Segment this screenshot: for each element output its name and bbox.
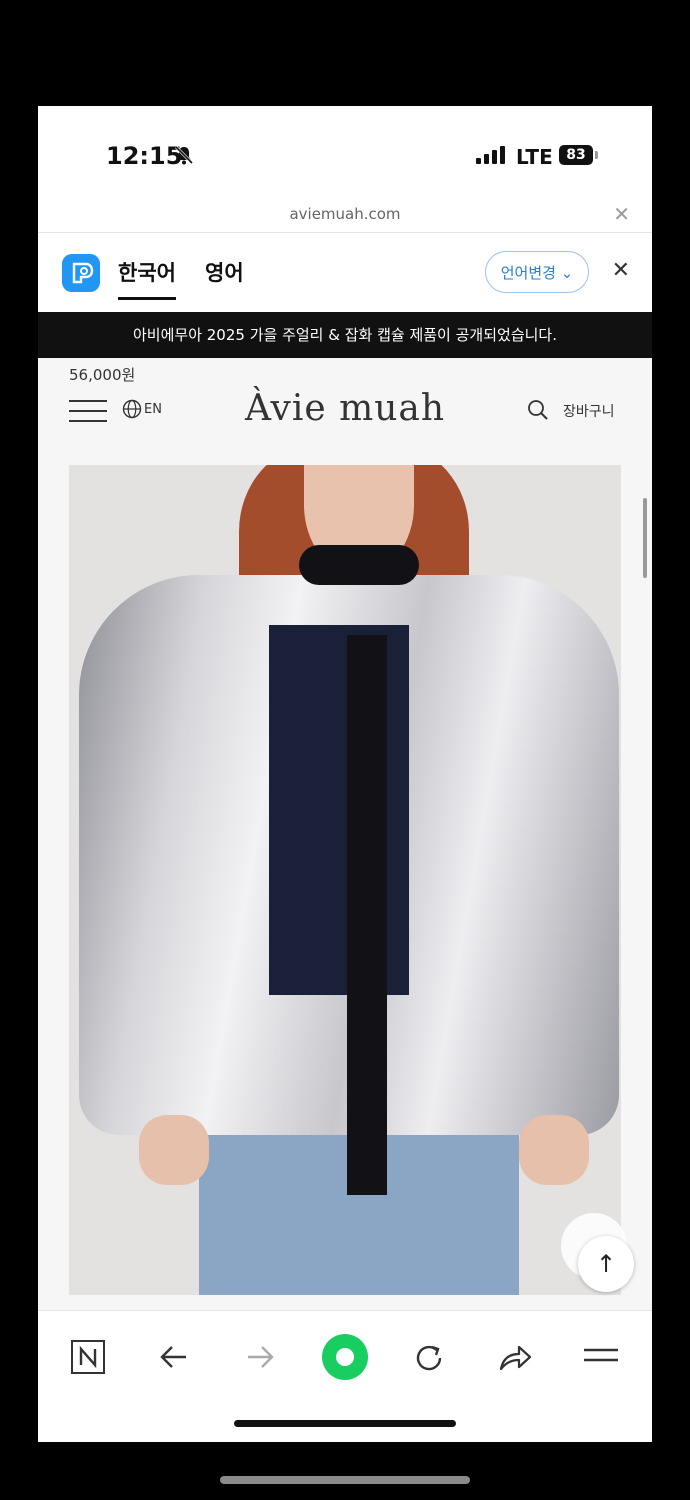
product-price: 56,000원: [69, 366, 136, 384]
browser-toolbar: [38, 1310, 652, 1411]
change-language-button[interactable]: 언어변경 ⌄: [485, 251, 589, 293]
network-type: LTE: [516, 145, 553, 169]
tab-korean[interactable]: 한국어: [118, 257, 176, 300]
translate-bar: 한국어 영어 언어변경 ⌄ ✕: [38, 233, 652, 312]
scrollbar[interactable]: [643, 498, 647, 578]
scarf-knot-shape: [299, 545, 419, 585]
scroll-to-top-button[interactable]: ↑: [578, 1236, 634, 1292]
scarf-shape: [347, 635, 387, 1195]
back-icon[interactable]: [158, 1341, 190, 1373]
close-icon[interactable]: ✕: [613, 202, 630, 226]
refresh-icon[interactable]: [412, 1341, 446, 1375]
site-content: 56,000원 EN Àvie muah 장바구니 ↑: [38, 358, 652, 1360]
outer-home-indicator: [220, 1476, 470, 1484]
share-icon[interactable]: [497, 1341, 533, 1373]
green-dot-icon[interactable]: [321, 1333, 369, 1381]
signal-icon: [476, 146, 505, 164]
menu-icon[interactable]: [583, 1345, 619, 1367]
battery-tip: [595, 151, 598, 159]
brand-logo[interactable]: Àvie muah: [38, 388, 652, 429]
close-translate-icon[interactable]: ✕: [612, 258, 630, 283]
chevron-down-icon: ⌄: [560, 264, 574, 282]
search-icon[interactable]: [527, 399, 549, 421]
announcement-banner[interactable]: 아비에무아 2025 가을 주얼리 & 잡화 캡슐 제품이 공개되었습니다.: [38, 312, 652, 358]
left-hand-shape: [139, 1115, 209, 1185]
right-hand-shape: [519, 1115, 589, 1185]
naver-icon[interactable]: [70, 1339, 106, 1375]
forward-icon[interactable]: [244, 1341, 276, 1373]
battery-icon: 83: [559, 145, 593, 165]
top-shape: [269, 625, 409, 995]
home-indicator[interactable]: [234, 1420, 456, 1427]
papago-icon[interactable]: [62, 254, 100, 292]
product-image[interactable]: [69, 465, 621, 1295]
silent-bell-icon: [174, 145, 194, 165]
status-time: 12:15: [106, 142, 183, 170]
tab-english[interactable]: 영어: [205, 257, 244, 287]
url-bar[interactable]: aviemuah.com ✕: [38, 202, 652, 233]
phone-screen: 12:15 LTE 83 aviemuah.com ✕ 한국어 영어 언어변경 …: [38, 106, 652, 1442]
change-language-label: 언어변경: [500, 264, 556, 282]
status-bar: 12:15 LTE 83: [38, 106, 652, 202]
cart-link[interactable]: 장바구니: [563, 401, 615, 421]
url-text[interactable]: aviemuah.com: [38, 205, 652, 223]
